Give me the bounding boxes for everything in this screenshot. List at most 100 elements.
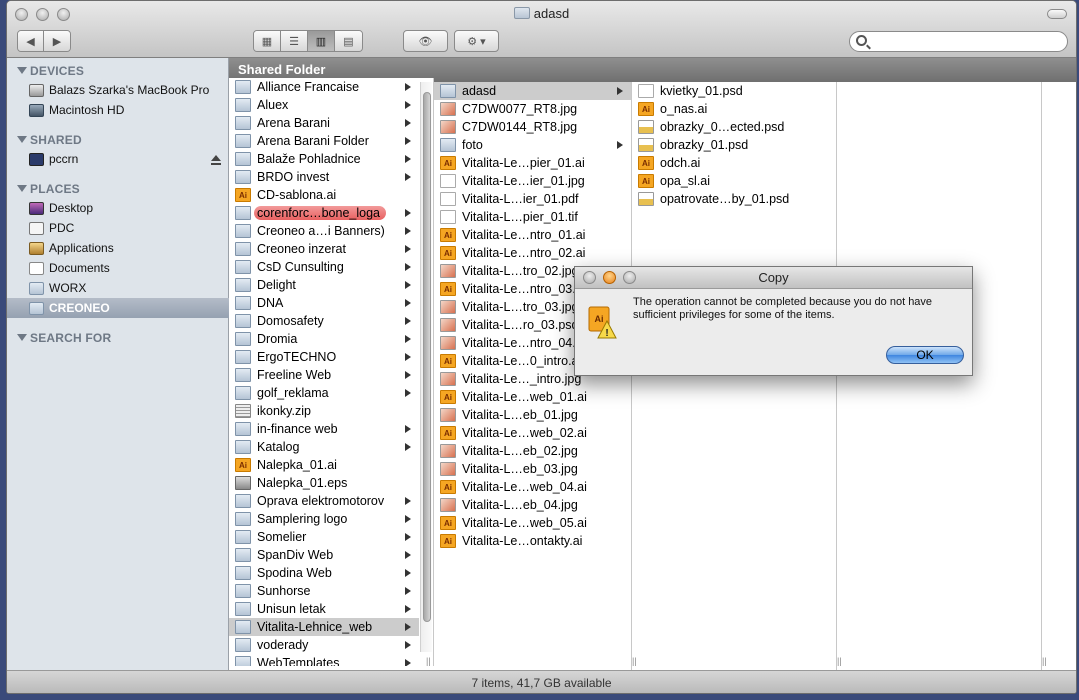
list-item[interactable]: Balaže Pohladnice bbox=[229, 150, 419, 168]
disclosure-triangle-icon bbox=[17, 334, 27, 341]
list-item[interactable]: Ai o_nas.ai bbox=[632, 100, 836, 118]
column-resize-handle[interactable]: || bbox=[426, 656, 431, 666]
folder-icon bbox=[235, 116, 251, 130]
list-item[interactable]: C7DW0077_RT8.jpg bbox=[434, 100, 631, 118]
document-icon bbox=[440, 192, 456, 206]
list-item[interactable]: Ai Nalepka_01.ai bbox=[229, 456, 419, 474]
list-item[interactable]: Vitalita-Lehnice_web bbox=[229, 618, 419, 636]
list-item[interactable]: Vitalita-Le…ier_01.jpg bbox=[434, 172, 631, 190]
list-item[interactable]: BRDO invest bbox=[229, 168, 419, 186]
list-item[interactable]: C7DW0144_RT8.jpg bbox=[434, 118, 631, 136]
list-item[interactable]: Arena Barani bbox=[229, 114, 419, 132]
coverflow-view-icon[interactable]: ▤ bbox=[335, 31, 362, 51]
list-item[interactable]: corenforc…bone_loga bbox=[229, 204, 419, 222]
list-item[interactable]: Ai odch.ai bbox=[632, 154, 836, 172]
quicklook-button[interactable]: 👁 bbox=[403, 30, 448, 52]
list-item[interactable]: Nalepka_01.eps bbox=[229, 474, 419, 492]
sidebar-header-search-for[interactable]: SEARCH FOR bbox=[17, 331, 111, 345]
illustrator-file-icon: Ai bbox=[440, 426, 456, 440]
list-item[interactable]: Alliance Francaise bbox=[229, 78, 419, 96]
list-item[interactable]: Vitalita-L…eb_01.jpg bbox=[434, 406, 631, 424]
list-item[interactable]: Domosafety bbox=[229, 312, 419, 330]
list-item-label: Vitalita-L…tro_02.jpg bbox=[462, 264, 579, 278]
list-item[interactable]: adasd bbox=[434, 82, 631, 100]
sidebar-header-devices[interactable]: DEVICES bbox=[17, 64, 84, 78]
list-item[interactable]: in-finance web bbox=[229, 420, 419, 438]
list-item[interactable]: Vitalita-L…pier_01.tif bbox=[434, 208, 631, 226]
list-item[interactable]: Ai Vitalita-Le…ntro_01.ai bbox=[434, 226, 631, 244]
sidebar-header-places[interactable]: PLACES bbox=[17, 182, 80, 196]
list-item[interactable]: Ai Vitalita-Le…web_02.ai bbox=[434, 424, 631, 442]
disclosure-arrow-icon bbox=[405, 605, 411, 613]
list-item[interactable]: Ai Vitalita-Le…web_04.ai bbox=[434, 478, 631, 496]
sidebar-item-pccrn[interactable]: pccrn bbox=[7, 149, 229, 169]
sidebar-item-pdc[interactable]: PDC bbox=[7, 218, 229, 238]
back-arrow-icon[interactable]: ◀ bbox=[18, 31, 45, 51]
column-view-icon[interactable]: ▥ bbox=[308, 31, 335, 51]
list-item[interactable]: Ai CD-sablona.ai bbox=[229, 186, 419, 204]
ok-button[interactable]: OK bbox=[886, 346, 964, 364]
list-item[interactable]: kvietky_01.psd bbox=[632, 82, 836, 100]
column-resize-handle[interactable]: || bbox=[1042, 656, 1047, 666]
list-item[interactable]: Creoneo inzerat bbox=[229, 240, 419, 258]
list-item[interactable]: Ai opa_sl.ai bbox=[632, 172, 836, 190]
list-item[interactable]: Ai Vitalita-Le…ontakty.ai bbox=[434, 532, 631, 550]
folder-icon bbox=[29, 301, 44, 315]
scroll-thumb[interactable] bbox=[423, 92, 431, 622]
list-item[interactable]: Ai Vitalita-Le…web_05.ai bbox=[434, 514, 631, 532]
list-item[interactable]: Unisun letak bbox=[229, 600, 419, 618]
eject-icon[interactable] bbox=[211, 155, 221, 165]
list-item[interactable]: Delight bbox=[229, 276, 419, 294]
list-item[interactable]: Ai Vitalita-Le…ntro_02.ai bbox=[434, 244, 631, 262]
list-item[interactable]: Vitalita-L…eb_04.jpg bbox=[434, 496, 631, 514]
column-resize-handle[interactable]: || bbox=[632, 656, 637, 666]
toolbar-toggle-button[interactable] bbox=[1047, 9, 1067, 19]
list-item[interactable]: Freeline Web bbox=[229, 366, 419, 384]
list-item[interactable]: Creoneo a…i Banners) bbox=[229, 222, 419, 240]
search-field[interactable] bbox=[849, 31, 1068, 52]
list-item[interactable]: CsD Cunsulting bbox=[229, 258, 419, 276]
list-item[interactable]: Katalog bbox=[229, 438, 419, 456]
list-item[interactable]: Aluex bbox=[229, 96, 419, 114]
folder-icon bbox=[235, 350, 251, 364]
sidebar-header-shared[interactable]: SHARED bbox=[17, 133, 82, 147]
sidebar-item-desktop[interactable]: Desktop bbox=[7, 198, 229, 218]
list-item[interactable]: Oprava elektromotorov bbox=[229, 492, 419, 510]
list-item[interactable]: Sunhorse bbox=[229, 582, 419, 600]
sidebar-item-macbook[interactable]: Balazs Szarka's MacBook Pro bbox=[7, 80, 229, 100]
list-item[interactable]: foto bbox=[434, 136, 631, 154]
list-item[interactable]: WebTemplates bbox=[229, 654, 419, 666]
sidebar-item-worx[interactable]: WORX bbox=[7, 278, 229, 298]
sidebar-item-documents[interactable]: Documents bbox=[7, 258, 229, 278]
list-item[interactable]: Vitalita-L…eb_03.jpg bbox=[434, 460, 631, 478]
list-item[interactable]: Dromia bbox=[229, 330, 419, 348]
list-view-icon[interactable]: ☰ bbox=[281, 31, 308, 51]
list-item[interactable]: Ai Vitalita-Le…web_01.ai bbox=[434, 388, 631, 406]
list-item[interactable]: Samplering logo bbox=[229, 510, 419, 528]
list-item[interactable]: Arena Barani Folder bbox=[229, 132, 419, 150]
list-item[interactable]: Ai Vitalita-Le…pier_01.ai bbox=[434, 154, 631, 172]
sidebar-item-creoneo[interactable]: CREONEO bbox=[7, 298, 229, 318]
sidebar-item-macintosh-hd[interactable]: Macintosh HD bbox=[7, 100, 229, 120]
list-item[interactable]: SpanDiv Web bbox=[229, 546, 419, 564]
column-resize-handle[interactable]: || bbox=[837, 656, 842, 666]
list-item[interactable]: Vitalita-L…ier_01.pdf bbox=[434, 190, 631, 208]
action-button[interactable]: ⚙ ▾ bbox=[454, 30, 499, 52]
list-item[interactable]: obrazky_0…ected.psd bbox=[632, 118, 836, 136]
illustrator-file-icon: Ai bbox=[440, 390, 456, 404]
sidebar-item-applications[interactable]: Applications bbox=[7, 238, 229, 258]
column-1-scrollbar[interactable] bbox=[420, 82, 432, 652]
list-item[interactable]: ikonky.zip bbox=[229, 402, 419, 420]
illustrator-file-icon: Ai bbox=[638, 102, 654, 116]
list-item[interactable]: Somelier bbox=[229, 528, 419, 546]
forward-arrow-icon[interactable]: ▶ bbox=[44, 31, 70, 51]
list-item[interactable]: ErgoTECHNO bbox=[229, 348, 419, 366]
icon-view-icon[interactable]: ▦ bbox=[254, 31, 281, 51]
list-item[interactable]: obrazky_01.psd bbox=[632, 136, 836, 154]
list-item[interactable]: Spodina Web bbox=[229, 564, 419, 582]
list-item[interactable]: golf_reklama bbox=[229, 384, 419, 402]
list-item[interactable]: voderady bbox=[229, 636, 419, 654]
list-item[interactable]: Vitalita-L…eb_02.jpg bbox=[434, 442, 631, 460]
list-item[interactable]: opatrovate…by_01.psd bbox=[632, 190, 836, 208]
list-item[interactable]: DNA bbox=[229, 294, 419, 312]
